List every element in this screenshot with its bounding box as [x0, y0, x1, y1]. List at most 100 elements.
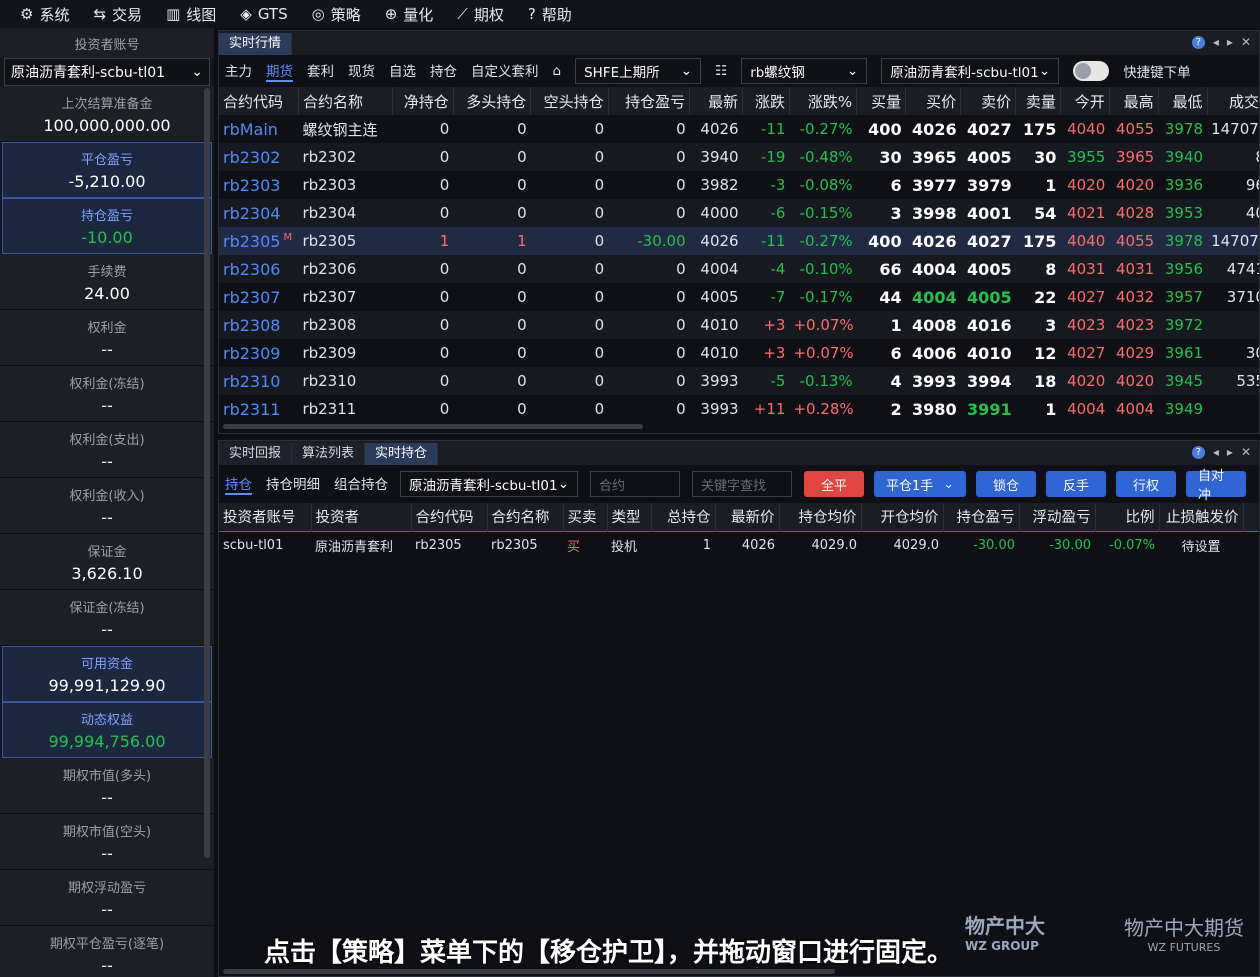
column-header[interactable]: 净持仓 — [392, 87, 454, 115]
column-header[interactable]: 合约名称 — [487, 503, 564, 531]
reverse-button[interactable]: 反手 — [1046, 471, 1106, 497]
column-header[interactable]: 合约代码 — [411, 503, 488, 531]
horizontal-scrollbar[interactable] — [223, 424, 643, 429]
exchange-select[interactable]: SHFE上期所 ⌄ — [575, 58, 702, 84]
horizontal-scrollbar[interactable] — [223, 969, 835, 974]
quote-row[interactable]: rb2310 rb2310 0 0 0 0 3993 -5 -0.13% 4 3993 3994 18 4… — [219, 367, 1259, 395]
close-icon[interactable]: ✕ — [1241, 35, 1251, 49]
filter-tab[interactable]: 期货 — [266, 60, 293, 82]
column-header[interactable]: 持仓均价 — [779, 503, 862, 531]
column-header[interactable]: 卖价 — [960, 87, 1017, 115]
column-header[interactable]: 比例 — [1095, 503, 1160, 531]
help-icon[interactable]: ? — [1191, 35, 1205, 49]
column-header[interactable]: 买价 — [905, 87, 962, 115]
position-subtab[interactable]: 持仓明细 — [266, 473, 320, 495]
quote-row[interactable]: rb2302 rb2302 0 0 0 0 3940 -19 -0.48% 30 3965 4005 3… — [219, 143, 1259, 171]
column-header[interactable]: 买量 — [856, 87, 907, 115]
filter-tab[interactable]: 自定义套利 — [471, 60, 539, 82]
self-hedge-button[interactable]: 自对冲 — [1186, 469, 1246, 503]
column-header[interactable]: 浮动盈亏 — [1019, 503, 1096, 531]
column-header[interactable]: 持仓盈亏 — [608, 87, 691, 115]
account-field-value: -- — [101, 451, 113, 471]
column-header[interactable]: 投资者账号 — [219, 503, 312, 531]
close-one-lot-button[interactable]: 平仓1手 ⌄ — [874, 471, 966, 497]
tab-positions-0[interactable]: 实时回报 — [219, 443, 293, 465]
position-row[interactable]: scbu-tl01 原油沥青套利 rb2305 rb2305 买 投机 1 4026 4029.… — [219, 531, 1259, 559]
next-icon[interactable]: ▸ — [1227, 445, 1233, 459]
next-icon[interactable]: ▸ — [1227, 35, 1233, 49]
menu-item-7[interactable]: ? 帮助 — [528, 4, 572, 25]
keyword-search-input[interactable]: 关键字查找 — [692, 471, 792, 497]
column-header[interactable]: 总持仓 — [651, 503, 716, 531]
column-header[interactable]: 成交量 — [1207, 87, 1259, 115]
column-header[interactable]: 最新价 — [715, 503, 780, 531]
column-header[interactable]: 持仓盈亏 — [943, 503, 1020, 531]
column-header[interactable]: 止盈 — [1243, 503, 1259, 531]
filter-tab[interactable]: 现货 — [348, 60, 375, 82]
quote-cell: 1470735 — [1207, 227, 1259, 255]
left-scrollbar[interactable] — [204, 88, 210, 858]
position-subtab[interactable]: 组合持仓 — [334, 473, 388, 495]
investor-account-select[interactable]: 原油沥青套利-scbu-tl01 ⌄ — [4, 58, 210, 86]
column-header[interactable]: 涨跌% — [789, 87, 858, 115]
help-icon[interactable]: ? — [1191, 445, 1205, 459]
quote-row[interactable]: rb2303 rb2303 0 0 0 0 3982 -3 -0.08% 6 3977 3979 1 40… — [219, 171, 1259, 199]
close-all-button[interactable]: 全平 — [804, 471, 864, 497]
exercise-button[interactable]: 行权 — [1116, 471, 1176, 497]
menu-item-4[interactable]: ◎ 策略 — [312, 4, 361, 25]
menu-item-0[interactable]: ⚙ 系统 — [20, 4, 69, 25]
quote-row[interactable]: rb2308 rb2308 0 0 0 0 4010 +3 +0.07% 1 4008 4016 3 40… — [219, 311, 1259, 339]
prev-icon[interactable]: ◂ — [1213, 445, 1219, 459]
column-header[interactable]: 多头持仓 — [453, 87, 532, 115]
quote-row[interactable]: rb2304 rb2304 0 0 0 0 4000 -6 -0.15% 3 3998 4001 54 4… — [219, 199, 1259, 227]
menu-item-3[interactable]: ◈ GTS — [240, 5, 287, 23]
cell-value: 0 — [439, 316, 450, 334]
column-header[interactable]: 开仓均价 — [861, 503, 944, 531]
close-icon[interactable]: ✕ — [1241, 445, 1251, 459]
filter-tab[interactable]: 套利 — [307, 60, 334, 82]
positions-account-select[interactable]: 原油沥青套利-scbu-tl01 ⌄ — [400, 471, 578, 497]
prev-icon[interactable]: ◂ — [1213, 35, 1219, 49]
column-header[interactable]: 卖量 — [1015, 87, 1061, 115]
column-header[interactable]: 最高 — [1109, 87, 1159, 115]
menu-item-6[interactable]: ⟋ 期权 — [457, 4, 504, 25]
column-header[interactable]: 空头持仓 — [530, 87, 609, 115]
cell-value: 3961 — [1164, 344, 1204, 362]
quote-row[interactable]: rbMain 螺纹钢主连 0 0 0 0 4026 -11 -0.27% 400 4026 4027 1… — [219, 115, 1259, 143]
quote-cell: 4010 — [690, 339, 743, 367]
column-header[interactable]: 最新 — [689, 87, 744, 115]
cell-value: 3936 — [1164, 176, 1204, 194]
menu-item-5[interactable]: ⊕ 量化 — [385, 4, 434, 25]
quote-row[interactable]: rb2305 Mrb2305 1 1 0 -30.00 4026 -11 -0.27% 400 40… — [219, 227, 1259, 255]
position-subtab[interactable]: 持仓 — [225, 473, 252, 495]
tab-positions-1[interactable]: 算法列表 — [292, 443, 366, 465]
filter-tab[interactable]: 自选 — [389, 60, 416, 82]
column-header[interactable]: 最低 — [1158, 87, 1208, 115]
market-account-select[interactable]: 原油沥青套利-scbu-tl01 ⌄ — [881, 58, 1060, 84]
lock-position-button[interactable]: 锁仓 — [976, 471, 1036, 497]
menu-item-2[interactable]: ▥ 线图 — [166, 4, 216, 25]
menu-item-1[interactable]: ⇆ 交易 — [93, 4, 142, 25]
quote-row[interactable]: rb2307 rb2307 0 0 0 0 4005 -7 -0.17% 44 4004 4005 22… — [219, 283, 1259, 311]
product-select[interactable]: rb螺纹钢 ⌄ — [741, 58, 868, 84]
column-header[interactable]: 合约名称 — [298, 87, 393, 115]
filter-tab[interactable]: 持仓 — [430, 60, 457, 82]
column-header[interactable]: 类型 — [607, 503, 652, 531]
column-header[interactable]: 买卖 — [563, 503, 608, 531]
quote-row[interactable]: rb2306 rb2306 0 0 0 0 4004 -4 -0.10% 66 4004 4005 8 4… — [219, 255, 1259, 283]
positions-table: 投资者账号 投资者 合约代码 合约名称 买卖 类型 总持仓 最新价 持仓均价 开仓均价 持仓盈亏 浮动… — [219, 503, 1259, 559]
column-header[interactable]: 涨跌 — [742, 87, 790, 115]
quote-row[interactable]: rb2311 rb2311 0 0 0 0 3993 +11 +0.28% 2 3980 3991 1 4… — [219, 395, 1259, 423]
quick-order-toggle[interactable] — [1073, 61, 1110, 81]
cell-value: 4040 — [1067, 232, 1106, 250]
quote-row[interactable]: rb2309 rb2309 0 0 0 0 4010 +3 +0.07% 6 4006 4010 12 4… — [219, 339, 1259, 367]
tab-realtime-quotes[interactable]: 实时行情 — [219, 33, 293, 55]
column-header[interactable]: 今开 — [1060, 87, 1110, 115]
filter-tab[interactable]: 主力 — [225, 60, 252, 82]
tab-positions-2[interactable]: 实时持仓 — [365, 443, 439, 465]
contract-input[interactable]: 合约 — [590, 471, 680, 497]
column-header[interactable]: 投资者 — [311, 503, 412, 531]
column-header[interactable]: 止损触发价 — [1159, 503, 1244, 531]
button-label: 平仓1手 — [886, 478, 934, 494]
column-header[interactable]: 合约代码 — [219, 87, 299, 115]
